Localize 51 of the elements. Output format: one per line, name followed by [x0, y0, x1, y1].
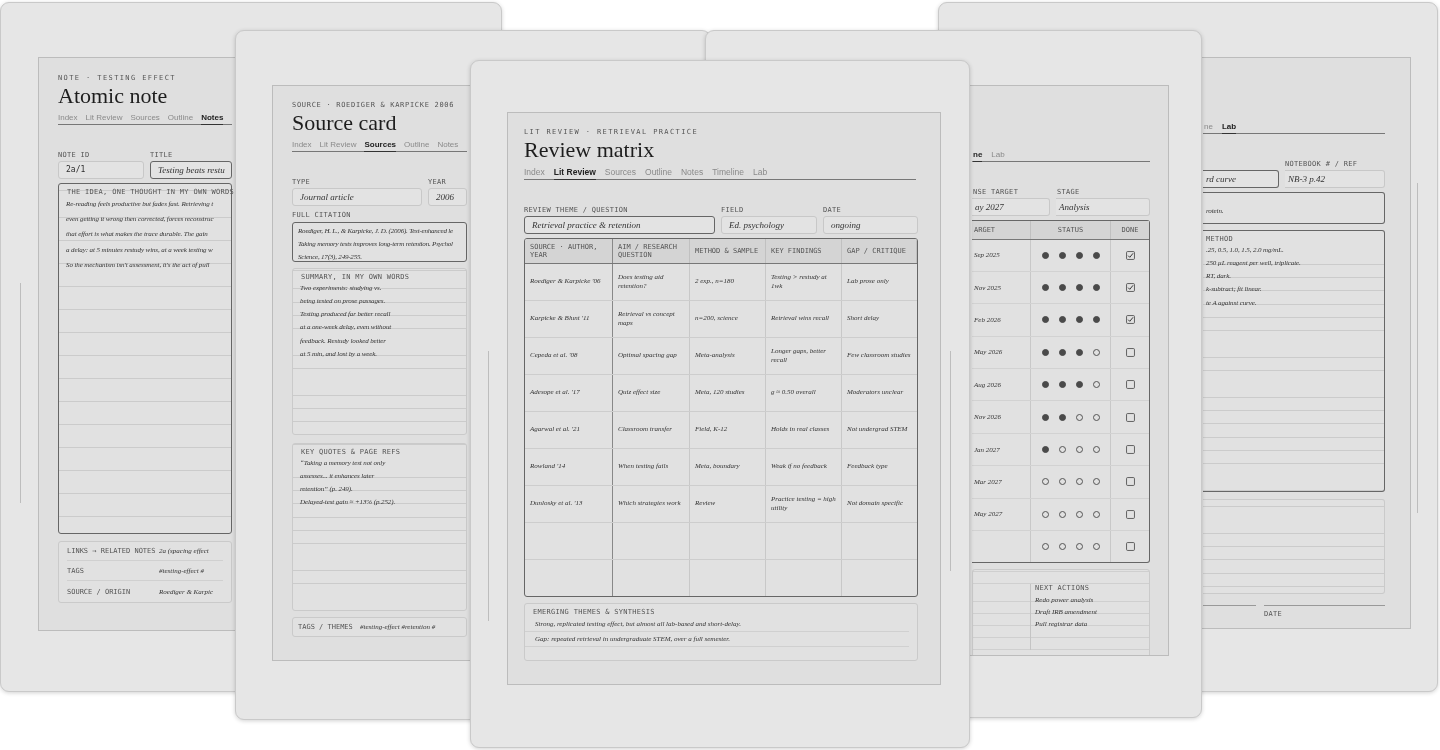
input-field[interactable]: 2006	[428, 187, 467, 206]
status-dot	[1058, 316, 1066, 324]
status-dot	[1058, 413, 1066, 421]
tab[interactable]: ne	[973, 150, 983, 162]
status-dot	[1041, 413, 1049, 421]
input-field[interactable]: Ed. psychology	[721, 215, 817, 234]
status-dot	[1075, 348, 1083, 356]
status-dot	[1041, 316, 1049, 324]
checkbox[interactable]	[1125, 477, 1135, 487]
input-field[interactable]: Journal article	[292, 187, 422, 206]
checkbox[interactable]	[1125, 347, 1135, 357]
status-dot	[1058, 381, 1066, 389]
tab[interactable]: Notes	[201, 113, 224, 125]
status-dot	[1058, 284, 1066, 292]
status-dot	[1058, 251, 1066, 259]
status-dot	[1041, 251, 1049, 259]
status-dot	[1075, 316, 1083, 324]
input-field[interactable]: Retrieval practice & retention	[524, 215, 715, 234]
page-title: Atomic note	[58, 83, 169, 109]
status-dot	[1075, 381, 1083, 389]
tab[interactable]: Lab	[1221, 122, 1237, 134]
status-dot	[1092, 316, 1100, 324]
status-dot	[1041, 348, 1049, 356]
status-dot	[1092, 251, 1100, 259]
status-dot	[1058, 348, 1066, 356]
status-dot	[1041, 446, 1049, 454]
page-title: Source card	[292, 110, 398, 136]
input-field[interactable]: ay 2027	[972, 197, 1050, 216]
checkbox[interactable]	[1125, 542, 1135, 552]
status-dot	[1041, 284, 1049, 292]
input-field[interactable]: ongoing	[823, 215, 918, 234]
page-title: Review matrix	[524, 137, 656, 163]
status-dot	[1075, 284, 1083, 292]
input-field[interactable]: NB-3 p.42	[1285, 169, 1385, 188]
checkbox[interactable]	[1125, 283, 1135, 293]
input-field[interactable]: Analysis	[1056, 197, 1150, 216]
tab[interactable]: Lit Review	[553, 167, 596, 180]
input-field[interactable]: rd curve	[1203, 169, 1279, 188]
tab[interactable]: Sources	[364, 140, 397, 152]
checkbox[interactable]	[1125, 380, 1135, 390]
status-dot	[1092, 284, 1100, 292]
notes-box[interactable]	[58, 182, 232, 534]
input-field[interactable]: 2a/1	[58, 160, 144, 179]
checkbox[interactable]	[1125, 315, 1135, 325]
status-dot	[1041, 381, 1049, 389]
checkbox[interactable]	[1125, 412, 1135, 422]
status-dot	[1075, 251, 1083, 259]
checkbox[interactable]	[1125, 509, 1135, 519]
checkbox[interactable]	[1125, 250, 1135, 260]
input-field[interactable]: Testing beats restu	[150, 160, 232, 179]
checkbox[interactable]	[1125, 445, 1135, 455]
